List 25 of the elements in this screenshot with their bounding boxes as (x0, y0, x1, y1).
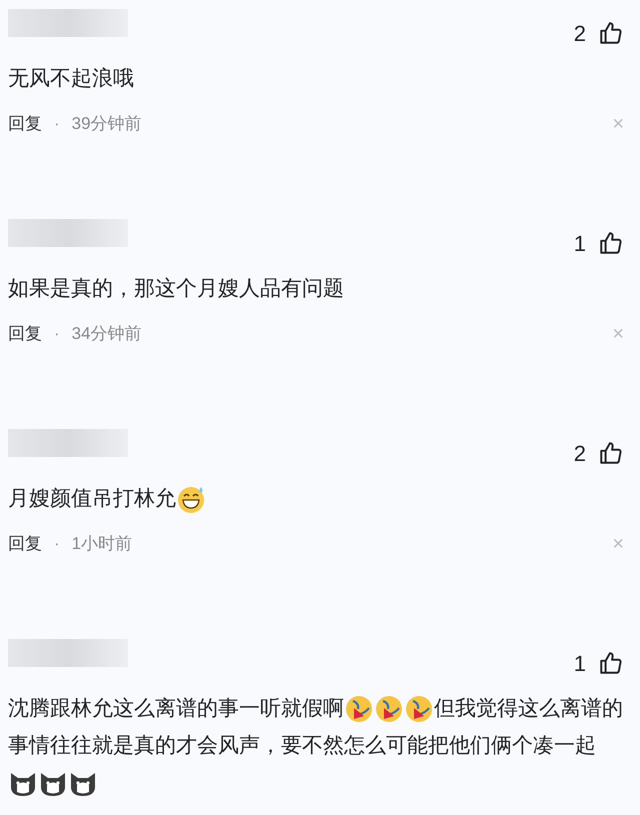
like-count: 1 (574, 230, 586, 258)
reply-link[interactable]: 回复 (8, 111, 42, 136)
thumbs-up-icon (598, 230, 624, 256)
separator-dot: · (54, 323, 60, 345)
thumbs-up-icon (598, 440, 624, 466)
reply-link[interactable]: 回复 (8, 531, 42, 556)
laughing-face-icon (344, 694, 374, 724)
comment-time: 39分钟前 (72, 113, 142, 135)
comment-text: 沈腾跟林允这么离谱的事一听就假啊 但我觉得这么离谱的事情往往就是真的才会风声，要不然怎么可能把他们俩个凑一起 (8, 690, 624, 801)
separator-dot: · (54, 533, 60, 555)
laughing-face-icon (374, 694, 404, 724)
thumbs-up-icon (598, 650, 624, 676)
like-count: 2 (574, 440, 586, 468)
reply-link[interactable]: 回复 (8, 321, 42, 346)
comment-time: 34分钟前 (72, 323, 142, 345)
like-count: 1 (574, 650, 586, 678)
comment-text: 无风不起浪哦 (8, 66, 135, 92)
comment-text: 月嫂颜值吊打林允 (8, 480, 624, 517)
separator-dot: · (54, 113, 60, 135)
comment-text: 如果是真的，那这个月嫂人品有问题 (8, 276, 345, 302)
thumbs-up-icon (598, 20, 624, 46)
comment-time: 1小时前 (72, 533, 132, 555)
like-count: 2 (574, 20, 586, 48)
laughing-face-icon (404, 694, 434, 724)
grinning-face-icon (176, 484, 206, 514)
